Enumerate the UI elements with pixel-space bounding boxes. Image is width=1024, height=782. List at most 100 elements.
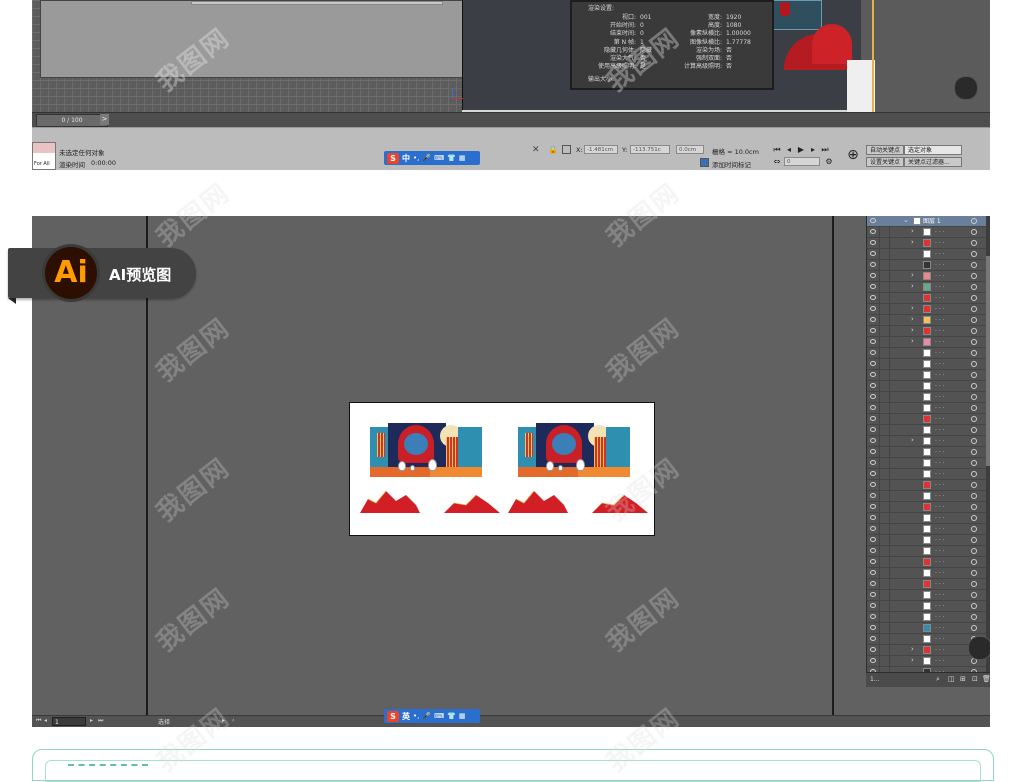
chevron-right-icon[interactable]: › (911, 271, 914, 279)
skin-icon[interactable]: 👕 (447, 712, 456, 720)
layer-name-truncated[interactable]: . . . (935, 282, 945, 289)
eye-icon[interactable] (870, 405, 876, 410)
layer-target-icon[interactable] (971, 504, 977, 510)
eye-icon[interactable] (870, 339, 876, 344)
locate-object-icon[interactable]: ⌕ (936, 675, 940, 684)
layer-target-icon[interactable] (971, 614, 977, 620)
eye-icon[interactable] (870, 295, 876, 300)
layers-scrollbar[interactable] (986, 216, 990, 686)
eye-icon[interactable] (870, 493, 876, 498)
eye-icon[interactable] (870, 273, 876, 278)
lock-toggle[interactable] (879, 491, 890, 501)
layer-row[interactable]: . . . (867, 249, 990, 260)
lock-toggle[interactable] (879, 535, 890, 545)
layer-name-truncated[interactable]: . . . (935, 568, 945, 575)
z-coordinate-field[interactable]: 0.0cm (676, 145, 704, 154)
lock-toggle[interactable] (879, 634, 890, 644)
lock-toggle[interactable] (879, 557, 890, 567)
layer-target-icon[interactable] (971, 350, 977, 356)
layer-target-icon[interactable] (971, 372, 977, 378)
toolbox-icon[interactable]: ▦ (459, 712, 466, 720)
layer-target-icon[interactable] (971, 515, 977, 521)
layer-name-truncated[interactable]: . . . (935, 326, 945, 333)
layer-name-truncated[interactable]: . . . (935, 480, 945, 487)
chevron-right-icon[interactable]: › (911, 304, 914, 312)
layer-row[interactable]: . . . (867, 502, 990, 513)
prev-artboard-icon[interactable]: ◂ (44, 717, 47, 724)
frame-counter[interactable]: 0 / 100 (36, 114, 108, 127)
artboard[interactable] (349, 402, 655, 536)
eye-icon[interactable] (870, 262, 876, 267)
layer-name-truncated[interactable]: . . . (935, 645, 945, 652)
lock-toggle[interactable] (879, 403, 890, 413)
layer-name-truncated[interactable]: . . . (935, 315, 945, 322)
lock-toggle[interactable] (879, 227, 890, 237)
status-menu-arrow[interactable]: ▸ (222, 717, 225, 724)
layer-name-truncated[interactable]: . . . (935, 425, 945, 432)
layer-row[interactable]: . . . (867, 447, 990, 458)
lock-toggle[interactable] (879, 513, 890, 523)
microphone-icon[interactable]: 🎤 (422, 712, 431, 720)
maxscript-listener[interactable]: For All (32, 142, 56, 170)
eye-icon[interactable] (870, 361, 876, 366)
next-frame-button[interactable]: > (100, 114, 109, 125)
lock-toggle[interactable] (879, 337, 890, 347)
layer-row[interactable]: › . . . (867, 227, 990, 238)
layer-name-truncated[interactable]: . . . (935, 414, 945, 421)
eye-icon[interactable] (870, 427, 876, 432)
lock-toggle[interactable] (879, 502, 890, 512)
layer-name-truncated[interactable]: . . . (935, 524, 945, 531)
time-slider[interactable]: 0 / 100 > (32, 112, 990, 127)
new-sublayer-icon[interactable]: ⊞ (960, 675, 966, 683)
layer-row[interactable]: › . . . (867, 326, 990, 337)
layer-row[interactable]: . . . (867, 425, 990, 436)
layer-target-icon[interactable] (971, 339, 977, 345)
layer-name-truncated[interactable]: . . . (935, 436, 945, 443)
layer-name-truncated[interactable]: . . . (935, 546, 945, 553)
layer-row[interactable]: . . . (867, 480, 990, 491)
layer-target-icon[interactable] (971, 273, 977, 279)
set-key-icon[interactable]: ⊕ (844, 148, 862, 168)
lock-toggle[interactable] (879, 293, 890, 303)
layer-row[interactable]: › . . . (867, 271, 990, 282)
layer-target-icon[interactable] (971, 218, 977, 224)
layer-name-truncated[interactable]: . . . (935, 359, 945, 366)
play-icon[interactable]: ▶ (796, 145, 806, 155)
eye-icon[interactable] (870, 383, 876, 388)
layer-row[interactable]: . . . (867, 601, 990, 612)
layer-target-icon[interactable] (971, 482, 977, 488)
layer-name-truncated[interactable]: . . . (935, 535, 945, 542)
go-to-start-icon[interactable]: ⏮ (772, 145, 782, 155)
chevron-right-icon[interactable]: › (911, 645, 914, 653)
layer-target-icon[interactable] (971, 603, 977, 609)
lock-toggle[interactable] (879, 546, 890, 556)
layer-name-truncated[interactable]: . . . (935, 612, 945, 619)
layer-row[interactable]: . . . (867, 568, 990, 579)
lock-toggle[interactable] (879, 238, 890, 248)
layer-name-truncated[interactable]: . . . (935, 348, 945, 355)
lock-toggle[interactable] (879, 348, 890, 358)
eye-icon[interactable] (870, 658, 876, 663)
layer-row[interactable]: . . . (867, 491, 990, 502)
layer-target-icon[interactable] (971, 284, 977, 290)
delete-layer-icon[interactable]: 🗑 (982, 675, 990, 683)
layer-target-icon[interactable] (971, 262, 977, 268)
first-artboard-icon[interactable]: ⏮ (36, 717, 41, 725)
layer-row[interactable]: . . . (867, 392, 990, 403)
key-mode-icon[interactable]: ⇔ (772, 157, 782, 167)
layer-name[interactable]: 图层 1 (923, 216, 941, 225)
eye-icon[interactable] (870, 526, 876, 531)
keyboard-icon[interactable]: ⌨ (434, 712, 444, 720)
layer-row[interactable]: . . . (867, 612, 990, 623)
chevron-right-icon[interactable]: › (911, 436, 914, 444)
eye-icon[interactable] (870, 515, 876, 520)
layer-name-truncated[interactable]: . . . (935, 260, 945, 267)
layer-row[interactable]: . . . (867, 293, 990, 304)
eye-icon[interactable] (870, 537, 876, 542)
x-coordinate-field[interactable]: -1.481cm (584, 145, 618, 154)
chevron-right-icon[interactable]: › (911, 238, 914, 246)
eye-icon[interactable] (870, 603, 876, 608)
layer-row[interactable]: . . . (867, 458, 990, 469)
layer-target-icon[interactable] (971, 361, 977, 367)
layer-target-icon[interactable] (971, 416, 977, 422)
